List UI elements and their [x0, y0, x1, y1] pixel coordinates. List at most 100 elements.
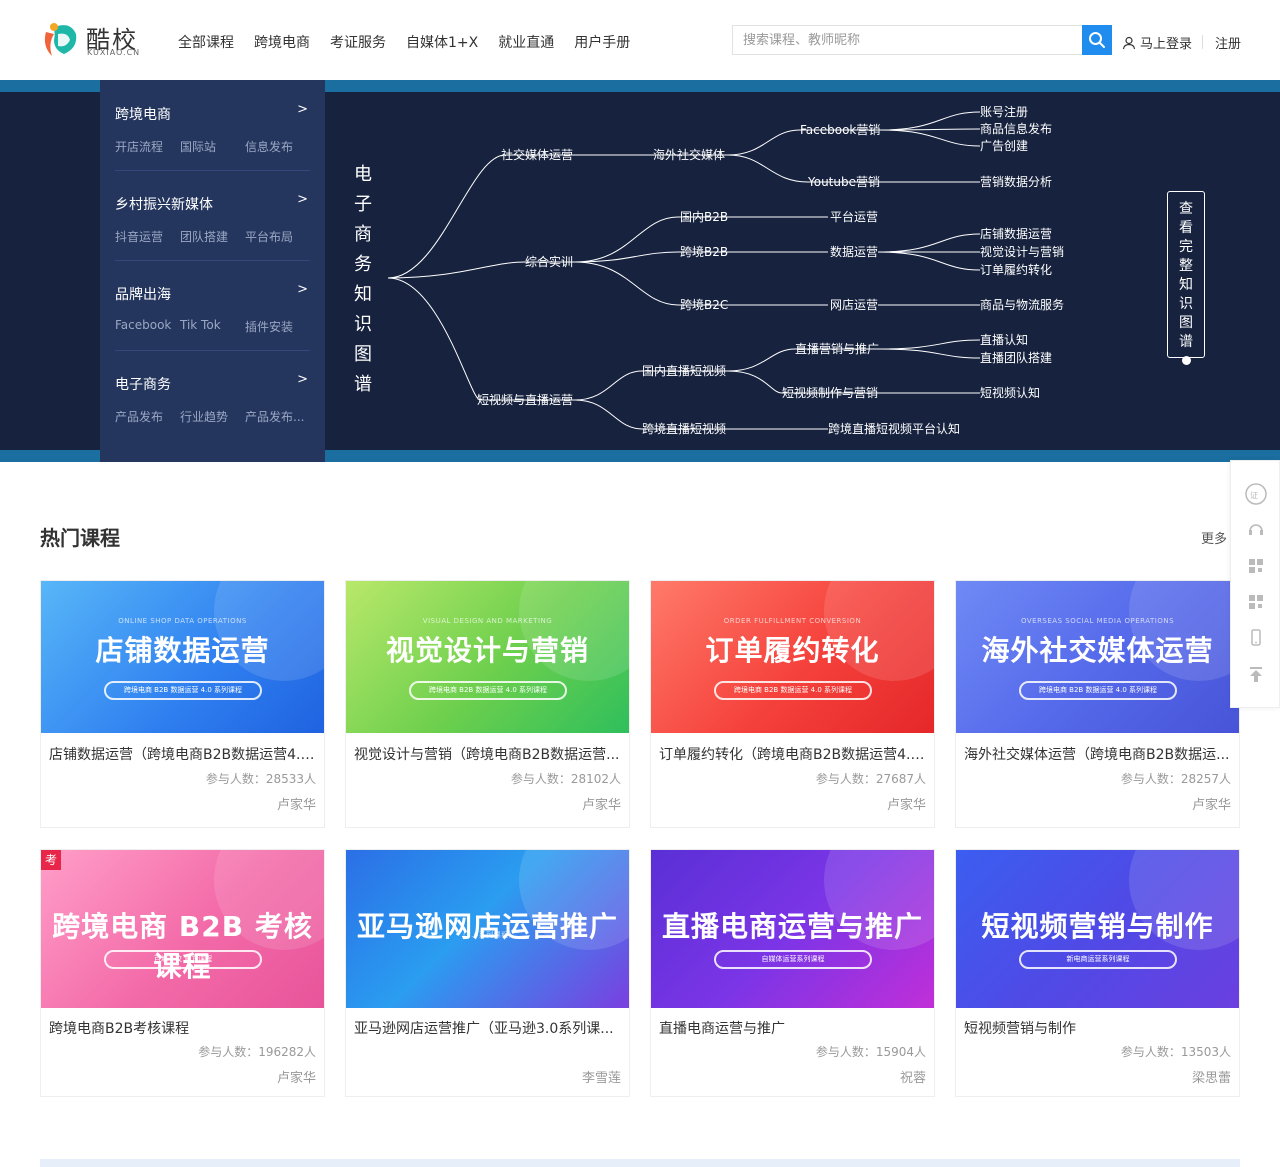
course-title[interactable]: 短视频营销与制作	[964, 1018, 1234, 1038]
cover-title: 店铺数据运营	[95, 634, 270, 667]
more-link[interactable]: 更多	[1201, 528, 1227, 547]
mindmap-node: 国内直播短视频	[642, 363, 726, 378]
category-link[interactable]: Tik Tok	[180, 318, 245, 335]
nav-item-cross-border[interactable]: 跨境电商	[254, 32, 310, 52]
mindmap-node: 直播团队搭建	[980, 350, 1052, 365]
search-input[interactable]	[733, 26, 1083, 54]
course-card[interactable]: (3.0系列课程) 亚马逊网店运营推广 亚马逊网店运营推广（亚马逊3.0系列课.…	[345, 849, 630, 1097]
category-divider	[115, 350, 310, 351]
course-card[interactable]: 短视频营销与制作 新电商运营系列课程 短视频营销与制作 参与人数：13503人 …	[955, 849, 1240, 1097]
nav-item-certification[interactable]: 考证服务	[330, 32, 386, 52]
mindmap-node: 视觉设计与营销	[980, 244, 1064, 259]
mindmap-node: 短视频认知	[980, 385, 1040, 400]
category-link[interactable]: 抖音运营	[115, 228, 180, 245]
category-rural-media[interactable]: 乡村振兴新媒体 > 抖音运营 团队搭建 平台布局	[115, 192, 310, 245]
teacher-name: 卢家华	[1191, 798, 1231, 813]
header-divider	[1202, 35, 1203, 49]
category-link[interactable]: 产品发布...	[245, 408, 310, 425]
course-title[interactable]: 跨境电商B2B考核课程	[49, 1018, 319, 1038]
category-link[interactable]: 行业趋势	[180, 408, 245, 425]
course-cover[interactable]: 短视频营销与制作 新电商运营系列课程	[956, 850, 1239, 1008]
category-link[interactable]: 插件安装	[245, 318, 310, 335]
cover-tag: 自媒体运营系列课程	[714, 950, 872, 969]
qrcode-icon[interactable]	[1243, 589, 1269, 615]
category-link[interactable]: 平台布局	[245, 228, 310, 245]
category-link[interactable]: 产品发布	[115, 408, 180, 425]
cover-tag: 跨境电商 B2B 数据运营 4.0 系列课程	[714, 681, 872, 700]
course-cover[interactable]: (3.0系列课程) 亚马逊网店运营推广	[346, 850, 629, 1008]
nav-item-all-courses[interactable]: 全部课程	[178, 32, 234, 52]
course-cover[interactable]: VISUAL DESIGN AND MARKETING 视觉设计与营销 跨境电商…	[346, 581, 629, 733]
teacher-name: 卢家华	[886, 798, 926, 813]
side-toolbar: 证	[1230, 460, 1280, 708]
view-full-map-button[interactable]: 查 看 完 整 知 识 图 谱	[1167, 191, 1205, 365]
category-link[interactable]: Facebook	[115, 318, 180, 335]
mindmap-node: 国内B2B	[680, 210, 728, 224]
login-link[interactable]: 马上登录	[1122, 33, 1192, 52]
site-header: 酷校 KUXIAO.CN 全部课程 跨境电商 考证服务 自媒体1+X 就业直通 …	[0, 0, 1280, 80]
category-cross-border[interactable]: 跨境电商 > 开店流程 国际站 信息发布	[115, 102, 310, 155]
category-ecommerce[interactable]: 电子商务 > 产品发布 行业趋势 产品发布...	[115, 372, 310, 425]
nav-item-self-media[interactable]: 自媒体1+X	[406, 32, 478, 52]
category-title: 品牌出海	[115, 287, 171, 303]
knowledge-map-title: 电子商务知识图谱	[354, 164, 372, 395]
category-title: 跨境电商	[115, 107, 171, 123]
category-link[interactable]: 国际站	[180, 138, 245, 155]
course-cover[interactable]: 直播电商运营与推广 自媒体运营系列课程	[651, 850, 934, 1008]
cover-title: 亚马逊网店运营推广	[356, 910, 618, 943]
mindmap-node: 跨境B2B	[680, 244, 728, 259]
teacher-name: 卢家华	[276, 1071, 316, 1086]
mindmap-node: 数据运营	[830, 244, 878, 259]
course-title[interactable]: 海外社交媒体运营（跨境电商B2B数据运...	[964, 744, 1234, 764]
cert-icon[interactable]: 证	[1243, 481, 1269, 507]
course-cover[interactable]: ONLINE SHOP DATA OPERATIONS 店铺数据运营 跨境电商 …	[41, 581, 324, 733]
cover-subtitle: VISUAL DESIGN AND MARKETING	[422, 617, 553, 625]
mobile-icon[interactable]	[1243, 625, 1269, 651]
course-card[interactable]: ORDER FULFILLMENT CONVERSION 订单履约转化 跨境电商…	[650, 580, 935, 828]
category-link[interactable]: 开店流程	[115, 138, 180, 155]
course-card[interactable]: 直播电商运营与推广 自媒体运营系列课程 直播电商运营与推广 参与人数：15904…	[650, 849, 935, 1097]
course-title[interactable]: 店铺数据运营（跨境电商B2B数据运营4.0...	[49, 744, 319, 764]
course-card[interactable]: ONLINE SHOP DATA OPERATIONS 店铺数据运营 跨境电商 …	[40, 580, 325, 828]
nav-item-user-manual[interactable]: 用户手册	[574, 32, 630, 52]
site-logo[interactable]: 酷校 KUXIAO.CN	[40, 18, 140, 62]
exam-badge: 考	[41, 850, 61, 870]
course-title[interactable]: 直播电商运营与推广	[659, 1018, 929, 1038]
support-icon[interactable]	[1243, 517, 1269, 543]
category-link[interactable]: 团队搭建	[180, 228, 245, 245]
search-button[interactable]	[1082, 25, 1112, 55]
category-title: 乡村振兴新媒体	[115, 197, 213, 213]
teacher-name: 卢家华	[276, 798, 316, 813]
view-full-char: 谱	[1179, 334, 1193, 350]
back-to-top-icon[interactable]	[1243, 661, 1269, 687]
view-full-char: 查	[1179, 201, 1193, 217]
course-card[interactable]: OVERSEAS SOCIAL MEDIA OPERATIONS 海外社交媒体运…	[955, 580, 1240, 828]
teacher-name: 梁思蕾	[1191, 1071, 1231, 1086]
course-cover[interactable]: ORDER FULFILLMENT CONVERSION 订单履约转化 跨境电商…	[651, 581, 934, 733]
main-nav: 全部课程 跨境电商 考证服务 自媒体1+X 就业直通 用户手册	[178, 32, 630, 52]
course-cover[interactable]: 跨境电商 B2B 考核课程 百城千校 官方课程 考	[41, 850, 324, 1008]
nav-item-employment[interactable]: 就业直通	[498, 32, 554, 52]
view-full-char: 识	[1179, 296, 1193, 312]
category-link[interactable]: 信息发布	[245, 138, 310, 155]
course-cover[interactable]: OVERSEAS SOCIAL MEDIA OPERATIONS 海外社交媒体运…	[956, 581, 1239, 733]
category-brand-overseas[interactable]: 品牌出海 > Facebook Tik Tok 插件安装	[115, 282, 310, 335]
user-icon	[1122, 36, 1136, 49]
register-link[interactable]: 注册	[1215, 33, 1241, 52]
mindmap-node: 直播营销与推广	[795, 342, 879, 356]
course-card[interactable]: 跨境电商 B2B 考核课程 百城千校 官方课程 考 跨境电商B2B考核课程 参与…	[40, 849, 325, 1097]
cover-tag: 百城千校 官方课程	[104, 950, 262, 969]
course-title[interactable]: 亚马逊网店运营推广（亚马逊3.0系列课...	[354, 1018, 624, 1038]
participant-count: 参与人数：13503人	[1120, 1045, 1231, 1059]
qrcode-icon[interactable]	[1243, 553, 1269, 579]
participant-count: 参与人数：27687人	[815, 772, 926, 786]
course-title[interactable]: 视觉设计与营销（跨境电商B2B数据运营...	[354, 744, 624, 764]
cover-title: 视觉设计与营销	[385, 634, 589, 667]
mindmap-node: Facebook营销	[800, 123, 880, 137]
cover-tag: 跨境电商 B2B 数据运营 4.0 系列课程	[104, 681, 262, 700]
course-card[interactable]: VISUAL DESIGN AND MARKETING 视觉设计与营销 跨境电商…	[345, 580, 630, 828]
mindmap-node: 订单履约转化	[980, 262, 1052, 277]
course-title[interactable]: 订单履约转化（跨境电商B2B数据运营4.0...	[659, 744, 929, 764]
mindmap-node: 直播认知	[980, 333, 1028, 347]
mindmap-node: 店铺数据运营	[980, 226, 1052, 241]
